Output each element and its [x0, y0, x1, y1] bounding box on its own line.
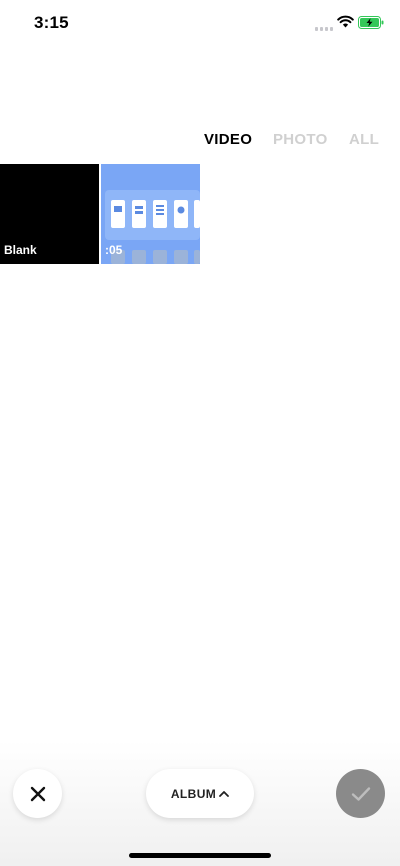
wifi-icon — [337, 15, 354, 28]
checkmark-icon — [351, 786, 370, 801]
chevron-up-icon — [219, 791, 230, 797]
home-indicator — [129, 853, 271, 858]
tab-all[interactable]: ALL — [349, 131, 379, 148]
confirm-button[interactable] — [336, 769, 385, 818]
album-label: ALBUM — [170, 786, 217, 801]
battery-charging-icon — [358, 16, 384, 29]
tile-label: Blank — [4, 243, 37, 257]
video-duration: :05 — [105, 243, 123, 257]
tab-photo[interactable]: PHOTO — [273, 131, 328, 148]
media-type-tabs: VIDEO PHOTO ALL — [0, 131, 400, 151]
media-grid: Blank:05 — [0, 164, 200, 264]
tab-video[interactable]: VIDEO — [204, 131, 252, 148]
media-tile-blank[interactable]: Blank — [0, 164, 99, 264]
close-button[interactable] — [13, 769, 62, 818]
signal-icon — [315, 25, 333, 31]
album-button[interactable]: ALBUM — [146, 769, 254, 818]
status-time: 3:15 — [34, 13, 69, 32]
status-bar: 3:15 — [0, 0, 400, 48]
media-tile-video[interactable]: :05 — [101, 164, 200, 264]
media-picker-screen: 3:15 VIDEO PHOTO ALL Blank:05 ALBUM — [0, 0, 400, 866]
close-icon — [30, 786, 45, 801]
